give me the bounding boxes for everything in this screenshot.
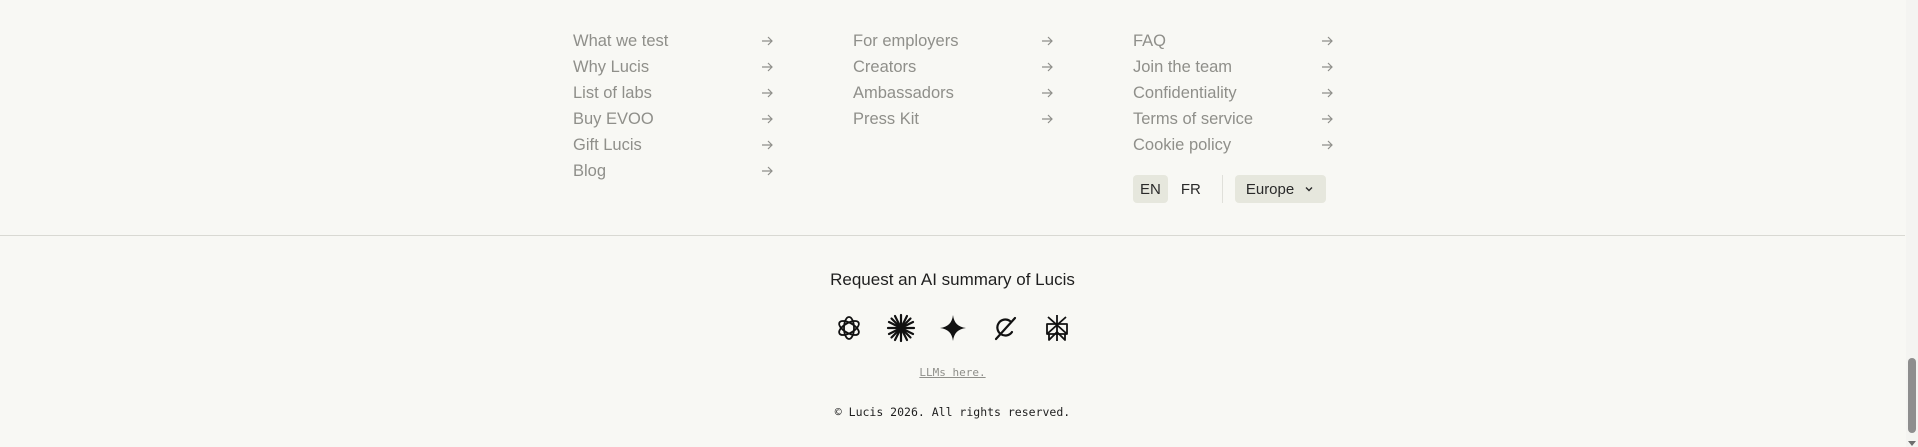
arrow-right-icon	[1321, 113, 1333, 125]
gemini-icon[interactable]	[938, 313, 968, 343]
link-label: Cookie policy	[1133, 135, 1232, 154]
link-label: What we test	[573, 31, 669, 50]
chevron-down-icon	[1304, 181, 1314, 198]
footer-link-confidentiality[interactable]: Confidentiality	[1133, 80, 1333, 106]
link-label: Blog	[573, 161, 607, 180]
link-label: Terms of service	[1133, 109, 1254, 128]
arrow-right-icon	[1321, 35, 1333, 47]
footer-link-what-we-test[interactable]: What we test	[573, 28, 773, 54]
footer-link-cookie-policy[interactable]: Cookie policy	[1133, 132, 1333, 158]
link-label: Creators	[853, 57, 917, 76]
arrow-right-icon	[1041, 61, 1053, 73]
language-fr-button[interactable]: FR	[1174, 175, 1208, 203]
arrow-right-icon	[1041, 113, 1053, 125]
footer-column-company: FAQ Join the team Confidentiality Terms …	[1133, 28, 1333, 158]
arrow-right-icon	[761, 87, 773, 99]
region-label: Europe	[1245, 180, 1295, 198]
footer-link-buy-evoo[interactable]: Buy EVOO	[573, 106, 773, 132]
scrollbar-thumb[interactable]	[1908, 358, 1916, 433]
footer-column-product: What we test Why Lucis List of labs Buy …	[573, 28, 773, 184]
arrow-right-icon	[761, 113, 773, 125]
region-select[interactable]: Europe	[1234, 175, 1327, 203]
grok-icon[interactable]	[990, 313, 1020, 343]
language-en-button[interactable]: EN	[1133, 175, 1168, 203]
footer-page: What we test Why Lucis List of labs Buy …	[0, 0, 1918, 447]
vertical-scrollbar[interactable]	[1906, 0, 1918, 447]
link-label: FAQ	[1133, 31, 1167, 50]
arrow-right-icon	[1321, 61, 1333, 73]
perplexity-icon[interactable]	[1042, 313, 1072, 343]
link-label: For employers	[853, 31, 959, 50]
llms-link[interactable]: LLMs here.	[919, 366, 985, 379]
footer-link-ambassadors[interactable]: Ambassadors	[853, 80, 1053, 106]
llms-link-wrapper: LLMs here.	[0, 366, 1905, 379]
claude-icon[interactable]	[886, 313, 916, 343]
scroll-down-arrow-icon[interactable]	[1908, 441, 1916, 446]
link-label: Join the team	[1133, 57, 1233, 76]
link-label: List of labs	[573, 83, 652, 102]
arrow-right-icon	[1321, 87, 1333, 99]
language-switcher: EN FR Europe	[1133, 174, 1327, 204]
footer-link-press-kit[interactable]: Press Kit	[853, 106, 1053, 132]
footer-link-why-lucis[interactable]: Why Lucis	[573, 54, 773, 80]
link-label: Confidentiality	[1133, 83, 1237, 102]
arrow-right-icon	[1321, 139, 1333, 151]
footer-link-creators[interactable]: Creators	[853, 54, 1053, 80]
ai-summary-title: Request an AI summary of Lucis	[830, 270, 1075, 289]
footer-link-terms-of-service[interactable]: Terms of service	[1133, 106, 1333, 132]
ai-assistant-icons	[834, 313, 1072, 343]
arrow-right-icon	[761, 61, 773, 73]
footer-link-blog[interactable]: Blog	[573, 158, 773, 184]
link-label: Gift Lucis	[573, 135, 642, 154]
footer-link-list-of-labs[interactable]: List of labs	[573, 80, 773, 106]
footer-link-gift-lucis[interactable]: Gift Lucis	[573, 132, 773, 158]
footer-link-join-the-team[interactable]: Join the team	[1133, 54, 1333, 80]
footer-link-for-employers[interactable]: For employers	[853, 28, 1053, 54]
arrow-right-icon	[1041, 35, 1053, 47]
link-label: Buy EVOO	[573, 109, 654, 128]
link-label: Why Lucis	[573, 57, 650, 76]
arrow-right-icon	[761, 165, 773, 177]
arrow-right-icon	[761, 35, 773, 47]
divider	[1221, 175, 1223, 203]
footer-divider	[0, 235, 1905, 236]
copyright-text: © Lucis 2026. All rights reserved.	[834, 405, 1071, 419]
arrow-right-icon	[761, 139, 773, 151]
link-label: Ambassadors	[853, 83, 954, 102]
footer-link-faq[interactable]: FAQ	[1133, 28, 1333, 54]
arrow-right-icon	[1041, 87, 1053, 99]
footer-column-partners: For employers Creators Ambassadors Press…	[853, 28, 1053, 132]
link-label: Press Kit	[853, 109, 920, 128]
openai-icon[interactable]	[834, 313, 864, 343]
